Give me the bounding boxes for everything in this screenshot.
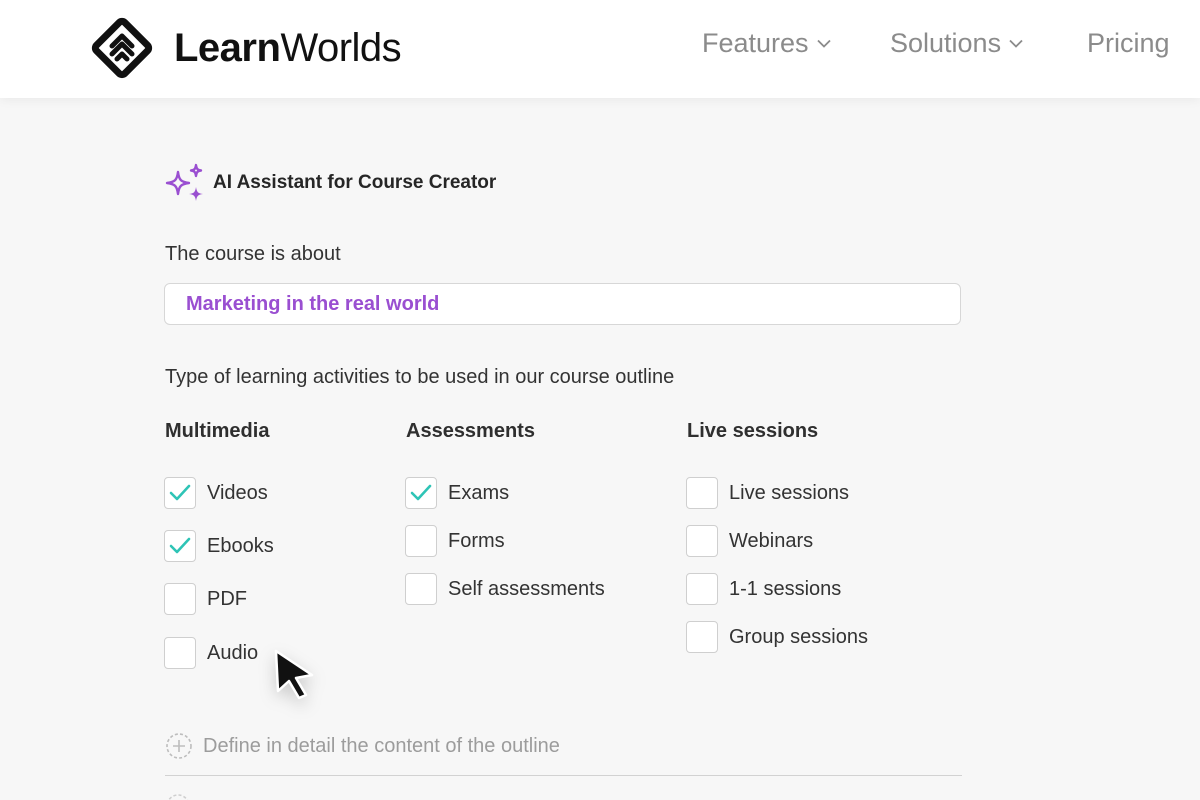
logo-text-bold: Learn bbox=[174, 26, 281, 70]
nav-features-label: Features bbox=[702, 28, 809, 58]
column-heading-multimedia: Multimedia bbox=[165, 420, 270, 442]
nav-features[interactable]: Features bbox=[702, 28, 831, 59]
define-outline-button[interactable]: Define in detail the content of the outl… bbox=[165, 732, 560, 760]
option-label: Forms bbox=[448, 529, 505, 552]
option-label: Videos bbox=[207, 481, 268, 504]
learnworlds-logo-icon bbox=[91, 17, 153, 79]
assistant-title-text: AI Assistant for Course Creator bbox=[213, 172, 497, 193]
option-label: Webinars bbox=[729, 529, 814, 552]
activities-label: Type of learning activities to be used i… bbox=[165, 366, 675, 388]
column-heading-assessments: Assessments bbox=[406, 420, 535, 442]
nav-pricing[interactable]: Pricing bbox=[1087, 28, 1170, 59]
add-circle-icon bbox=[166, 733, 192, 759]
option-label: Audio bbox=[207, 641, 259, 664]
option-ebooks[interactable]: Ebooks bbox=[164, 530, 274, 562]
checkbox-forms[interactable] bbox=[405, 525, 437, 557]
option-label: Exams bbox=[448, 481, 510, 504]
sparkles-icon bbox=[165, 163, 203, 201]
checkmark-icon bbox=[410, 484, 432, 501]
option-group-sessions[interactable]: Group sessions bbox=[686, 621, 868, 653]
option-label: PDF bbox=[207, 587, 247, 610]
option-label: Self assessments bbox=[448, 577, 605, 600]
mouse-cursor-icon bbox=[274, 649, 314, 700]
add-circle-icon bbox=[167, 794, 189, 800]
site-header: LearnWorlds Features Solutions Pricing bbox=[0, 0, 1200, 98]
chevron-down-icon bbox=[1009, 39, 1023, 48]
checkbox-ebooks[interactable] bbox=[164, 530, 196, 562]
checkbox-audio[interactable] bbox=[164, 637, 196, 669]
checkbox-exams[interactable] bbox=[405, 477, 437, 509]
chevron-down-icon bbox=[816, 39, 831, 48]
checkbox-live-sessions[interactable] bbox=[686, 477, 718, 509]
option-pdf[interactable]: PDF bbox=[164, 583, 247, 615]
course-about-label: The course is about bbox=[165, 243, 341, 265]
checkbox-videos[interactable] bbox=[164, 477, 196, 509]
checkbox-group-sessions[interactable] bbox=[686, 621, 718, 653]
checkbox-webinars[interactable] bbox=[686, 525, 718, 557]
option-label: 1-1 sessions bbox=[729, 577, 842, 600]
checkmark-icon bbox=[169, 537, 191, 554]
option-videos[interactable]: Videos bbox=[164, 477, 268, 509]
option-label: Group sessions bbox=[729, 625, 868, 648]
option-audio[interactable]: Audio bbox=[164, 637, 258, 669]
option-live-sessions[interactable]: Live sessions bbox=[686, 477, 849, 509]
logo-text-regular: Worlds bbox=[280, 26, 402, 70]
option-exams[interactable]: Exams bbox=[405, 477, 509, 509]
checkmark-icon bbox=[169, 484, 191, 501]
option-forms[interactable]: Forms bbox=[405, 525, 505, 557]
option-label: Live sessions bbox=[729, 481, 850, 504]
course-topic-input[interactable] bbox=[164, 283, 961, 325]
checkbox-1-1-sessions[interactable] bbox=[686, 573, 718, 605]
option-label: Ebooks bbox=[207, 534, 274, 557]
nav-pricing-label: Pricing bbox=[1087, 28, 1170, 58]
option-self-assessments[interactable]: Self assessments bbox=[405, 573, 605, 605]
checkbox-pdf[interactable] bbox=[164, 583, 196, 615]
column-heading-live-sessions: Live sessions bbox=[687, 420, 819, 442]
option-webinars[interactable]: Webinars bbox=[686, 525, 813, 557]
checkbox-self-assessments[interactable] bbox=[405, 573, 437, 605]
assistant-title: AI Assistant for Course Creator bbox=[165, 163, 496, 203]
divider bbox=[165, 775, 962, 776]
define-outline-label: Define in detail the content of the outl… bbox=[203, 734, 560, 757]
option-1-1-sessions[interactable]: 1-1 sessions bbox=[686, 573, 841, 605]
learnworlds-logo[interactable]: LearnWorlds bbox=[88, 14, 402, 82]
nav-solutions-label: Solutions bbox=[890, 28, 1002, 58]
nav-solutions[interactable]: Solutions bbox=[890, 28, 1023, 59]
